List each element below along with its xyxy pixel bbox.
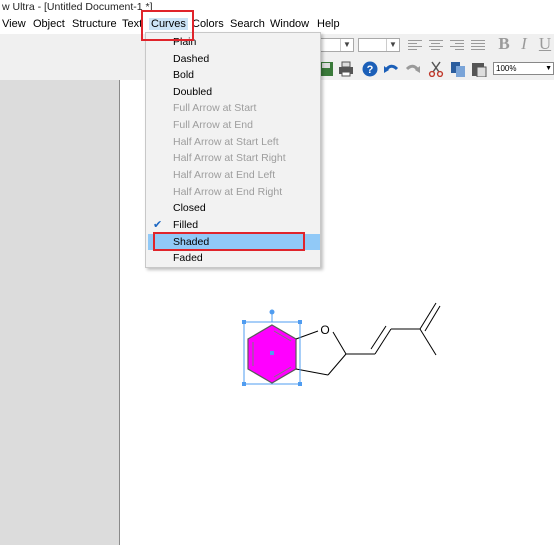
menu-item-doubled[interactable]: Doubled (148, 84, 320, 100)
menu-item-label: Bold (173, 69, 195, 81)
bond-chain-double (374, 328, 392, 355)
bond-c-c (327, 353, 347, 376)
menu-item-label: Doubled (173, 86, 213, 98)
checkmark-icon: ✔ (153, 219, 163, 231)
bond-chain-double (370, 325, 387, 350)
menu-item-label: Dashed (173, 53, 210, 65)
menu-item-label: Full Arrow at Start (173, 102, 257, 114)
menu-item-label: Half Arrow at End Left (173, 169, 276, 181)
resize-handle[interactable] (242, 320, 246, 324)
menu-item-label: Full Arrow at End (173, 119, 253, 131)
center-handle[interactable] (270, 351, 274, 355)
menu-item-half-arrow-end-left[interactable]: Half Arrow at End Left (148, 167, 320, 183)
bond-o-c (332, 331, 347, 355)
bond-c-o (295, 330, 319, 340)
menu-item-filled[interactable]: ✔ Filled (148, 217, 320, 233)
menu-item-dashed[interactable]: Dashed (148, 51, 320, 67)
resize-handle[interactable] (298, 320, 302, 324)
menu-item-label: Faded (173, 252, 203, 264)
oxygen-atom-label: O (320, 323, 329, 337)
menu-item-full-arrow-start[interactable]: Full Arrow at Start (148, 100, 320, 116)
menu-item-label: Half Arrow at Start Right (173, 152, 286, 164)
menu-item-closed[interactable]: Closed (148, 200, 320, 216)
menu-item-label: Half Arrow at Start Left (173, 136, 279, 148)
menu-item-half-arrow-start-right[interactable]: Half Arrow at Start Right (148, 150, 320, 166)
menu-item-label: Filled (173, 219, 199, 231)
bond-methyl (419, 328, 437, 356)
bond-terminal-double (424, 305, 441, 332)
menu-item-label: Half Arrow at End Right (173, 186, 283, 198)
menu-item-bold[interactable]: Bold (148, 67, 320, 83)
resize-handle[interactable] (242, 382, 246, 386)
curves-menu-highlight (141, 10, 194, 41)
resize-handle[interactable] (298, 382, 302, 386)
rotate-handle[interactable] (269, 309, 275, 315)
shaded-item-highlight (153, 232, 305, 251)
menu-item-half-arrow-start-left[interactable]: Half Arrow at Start Left (148, 134, 320, 150)
menu-item-faded[interactable]: Faded (148, 250, 320, 266)
bond-c-c (295, 368, 329, 376)
menu-item-full-arrow-end[interactable]: Full Arrow at End (148, 117, 320, 133)
menu-item-half-arrow-end-right[interactable]: Half Arrow at End Right (148, 184, 320, 200)
menu-item-label: Closed (173, 202, 206, 214)
